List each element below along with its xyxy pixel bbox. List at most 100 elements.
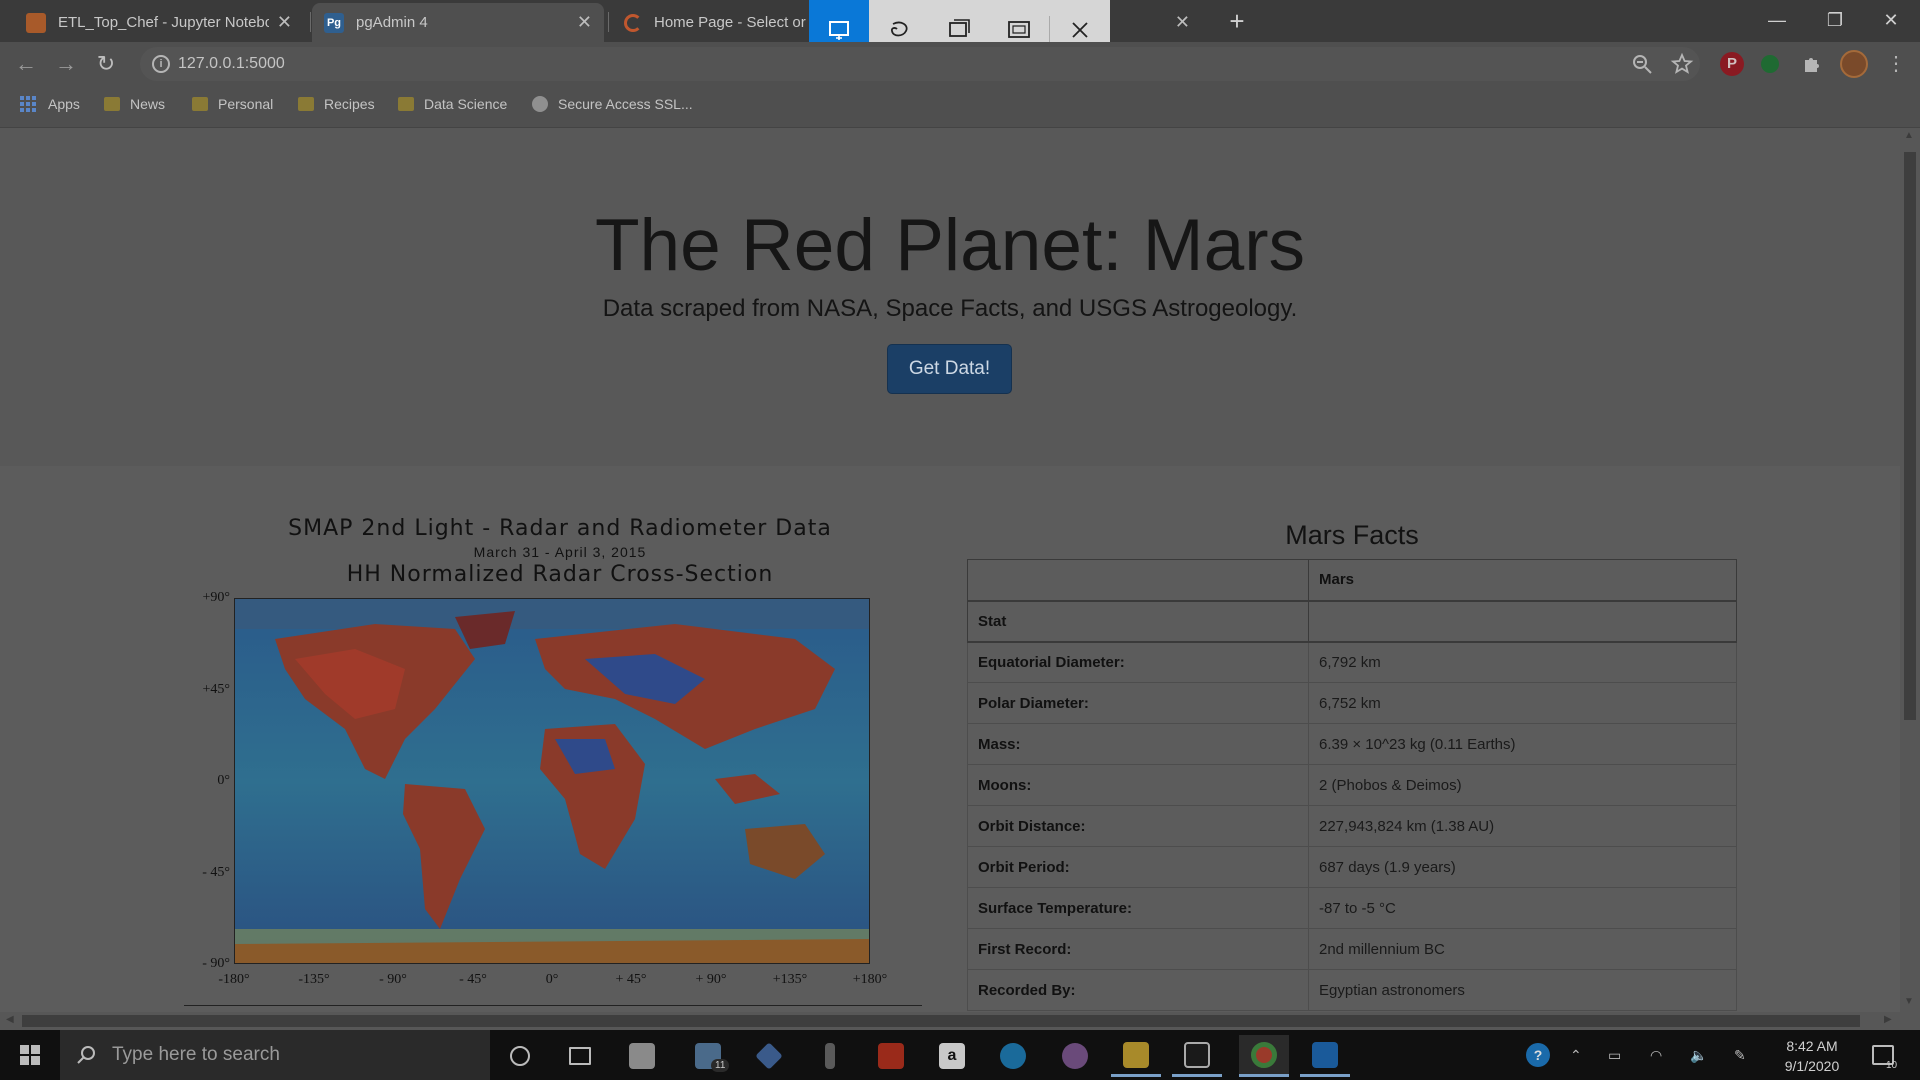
- new-tab-button[interactable]: +: [1222, 6, 1252, 36]
- y-tick-label: +45°: [202, 682, 231, 697]
- image-divider: [184, 1005, 922, 1006]
- value-cell: 6,792 km: [1308, 641, 1737, 683]
- reload-button[interactable]: ↻: [92, 50, 120, 78]
- scroll-left-icon[interactable]: ◀: [6, 1014, 14, 1025]
- close-window-button[interactable]: ✕: [1862, 0, 1920, 40]
- x-tick-label: -135°: [298, 972, 330, 987]
- bookmark-label: Secure Access SSL...: [558, 96, 693, 112]
- slack-icon[interactable]: [1050, 1035, 1100, 1077]
- scroll-right-icon[interactable]: ▶: [1884, 1014, 1892, 1025]
- address-toolbar: ← → ↻ i 127.0.0.1:5000 P ⋮: [0, 42, 1920, 86]
- restore-button[interactable]: ❐: [1806, 0, 1864, 40]
- scrollbar-thumb[interactable]: [22, 1015, 1860, 1027]
- vertical-scrollbar[interactable]: ▲ ▼: [1900, 128, 1920, 1012]
- tab-jupyter[interactable]: ETL_Top_Chef - Jupyter Notebook ✕: [14, 3, 304, 42]
- store-icon[interactable]: [617, 1035, 667, 1077]
- bookmark-apps[interactable]: Apps: [20, 96, 80, 112]
- tool-app-icon[interactable]: [805, 1035, 855, 1077]
- table-row: Moons: 2 (Phobos & Deimos): [967, 764, 1737, 806]
- close-tab-icon[interactable]: ✕: [277, 12, 292, 33]
- stat-cell: Moons:: [967, 764, 1309, 806]
- zoom-icon[interactable]: [1630, 52, 1654, 76]
- chrome-icon[interactable]: [1239, 1035, 1289, 1077]
- scrollbar-thumb[interactable]: [1904, 152, 1916, 720]
- close-tab-icon[interactable]: ✕: [577, 12, 592, 33]
- x-tick-label: +180°: [852, 972, 888, 987]
- minimize-button[interactable]: —: [1748, 0, 1806, 40]
- chevron-up-icon[interactable]: ⌃: [1570, 1030, 1582, 1080]
- amazon-icon[interactable]: a: [927, 1035, 977, 1077]
- search-placeholder: Type here to search: [112, 1044, 280, 1065]
- bookmark-star-icon[interactable]: [1670, 52, 1694, 76]
- x-tick-label: + 90°: [695, 972, 727, 987]
- volume-icon[interactable]: 🔈: [1690, 1030, 1707, 1080]
- stat-cell: Mass:: [967, 723, 1309, 765]
- avatar[interactable]: [1840, 50, 1868, 78]
- stat-cell: Surface Temperature:: [967, 887, 1309, 929]
- tab-pgadmin[interactable]: Pg pgAdmin 4 ✕: [312, 3, 604, 42]
- table-header-cell: Mars: [1308, 559, 1737, 602]
- folder-icon: [298, 97, 314, 111]
- extension-green-icon[interactable]: [1761, 55, 1779, 73]
- forward-button[interactable]: →: [52, 50, 80, 78]
- table-index-label: Stat: [967, 600, 1309, 643]
- help-icon[interactable]: ?: [1526, 1030, 1550, 1080]
- horizontal-scrollbar[interactable]: ◀ ▶: [0, 1012, 1900, 1030]
- bookmark-news[interactable]: News: [104, 96, 165, 112]
- y-tick-label: - 45°: [202, 865, 230, 880]
- bookmark-label: Recipes: [324, 96, 375, 112]
- edge-icon[interactable]: [988, 1035, 1038, 1077]
- task-view-icon[interactable]: [555, 1035, 605, 1077]
- notification-center-icon[interactable]: 10: [1872, 1030, 1897, 1080]
- pen-icon[interactable]: ✎: [1734, 1030, 1746, 1080]
- mail-icon[interactable]: 11: [683, 1035, 733, 1077]
- back-button[interactable]: ←: [12, 50, 40, 78]
- office-icon[interactable]: [866, 1035, 916, 1077]
- smap-radar-image: SMAP 2nd Light - Radar and Radiometer Da…: [184, 516, 930, 1012]
- wifi-icon[interactable]: ◠: [1650, 1030, 1662, 1080]
- omnibox[interactable]: i 127.0.0.1:5000: [140, 47, 1700, 81]
- dropbox-icon[interactable]: [744, 1035, 794, 1077]
- terminal-icon[interactable]: [1172, 1035, 1222, 1077]
- stat-cell: First Record:: [967, 928, 1309, 970]
- apps-grid-icon: [20, 96, 36, 112]
- value-cell: 227,943,824 km (1.38 AU): [1308, 805, 1737, 847]
- menu-kebab-icon[interactable]: ⋮: [1884, 52, 1908, 76]
- taskbar-search-box[interactable]: Type here to search: [60, 1030, 490, 1080]
- bookmark-data-science[interactable]: Data Science: [398, 96, 507, 112]
- table-row: Orbit Period: 687 days (1.9 years): [967, 846, 1737, 888]
- scroll-down-icon[interactable]: ▼: [1904, 996, 1914, 1007]
- url-text[interactable]: 127.0.0.1:5000: [178, 55, 285, 73]
- close-tab-icon[interactable]: ✕: [1175, 12, 1190, 33]
- battery-icon[interactable]: ▭: [1608, 1030, 1621, 1080]
- scroll-up-icon[interactable]: ▲: [1904, 130, 1914, 141]
- get-data-button[interactable]: Get Data!: [887, 344, 1012, 394]
- x-tick-label: -180°: [218, 972, 250, 987]
- mars-facts-table: Mars Stat Equatorial Diameter: 6,792 km P…: [967, 559, 1737, 1011]
- folder-icon: [104, 97, 120, 111]
- folder-icon: [192, 97, 208, 111]
- value-cell: 2 (Phobos & Deimos): [1308, 764, 1737, 806]
- cortana-icon[interactable]: [495, 1035, 545, 1077]
- file-explorer-icon[interactable]: [1111, 1035, 1161, 1077]
- value-cell: Egyptian astronomers: [1308, 969, 1737, 1011]
- table-row: Recorded By: Egyptian astronomers: [967, 969, 1737, 1011]
- page-viewport: The Red Planet: Mars Data scraped from N…: [0, 128, 1900, 1012]
- stat-cell: Equatorial Diameter:: [967, 641, 1309, 683]
- system-clock[interactable]: 8:42 AM 9/1/2020: [1772, 1036, 1852, 1076]
- bookmark-secure-access[interactable]: Secure Access SSL...: [532, 96, 693, 112]
- jumbotron: The Red Planet: Mars Data scraped from N…: [0, 128, 1900, 466]
- site-info-icon[interactable]: i: [152, 55, 170, 73]
- bookmark-label: Apps: [48, 96, 80, 112]
- extensions-puzzle-icon[interactable]: [1800, 52, 1824, 76]
- x-tick-label: + 45°: [615, 972, 647, 987]
- y-tick-label: 0°: [217, 773, 230, 788]
- vscode-icon[interactable]: [1300, 1035, 1350, 1077]
- start-button[interactable]: [0, 1030, 60, 1080]
- pinterest-icon[interactable]: P: [1720, 52, 1744, 76]
- folder-icon: [398, 97, 414, 111]
- bookmark-recipes[interactable]: Recipes: [298, 96, 375, 112]
- bookmark-personal[interactable]: Personal: [192, 96, 273, 112]
- search-icon: [77, 1046, 95, 1064]
- smap-title: SMAP 2nd Light - Radar and Radiometer Da…: [288, 516, 832, 541]
